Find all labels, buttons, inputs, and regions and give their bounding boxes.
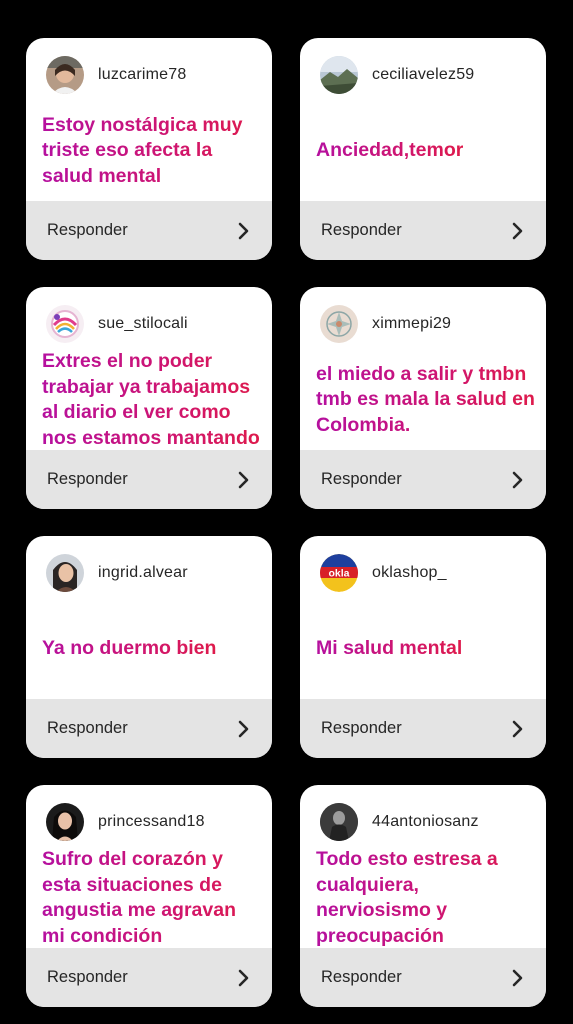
chevron-right-icon: [238, 471, 250, 489]
username[interactable]: ingrid.alvear: [98, 564, 188, 582]
avatar[interactable]: [46, 56, 84, 94]
message-area: Ya no duermo bien: [42, 598, 262, 700]
reply-button[interactable]: Responder: [26, 201, 272, 260]
chevron-right-icon: [512, 720, 524, 738]
response-message: Todo esto estresa a cualquiera, nerviosi…: [316, 847, 536, 949]
user-photo-avatar-icon: [46, 803, 84, 841]
chevron-right-icon: [238, 720, 250, 738]
chevron-right-icon: [238, 969, 250, 987]
avatar[interactable]: [320, 305, 358, 343]
reply-button[interactable]: Responder: [26, 450, 272, 509]
chevron-right-icon: [512, 969, 524, 987]
response-card: ingrid.alvear Ya no duermo bien Responde…: [26, 536, 272, 758]
message-area: Estoy nostálgica muy triste eso afecta l…: [42, 100, 262, 202]
response-message: Mi salud mental: [316, 636, 462, 662]
reply-label: Responder: [47, 719, 128, 737]
response-message: Extres el no poder trabajar ya trabajamo…: [42, 349, 262, 451]
username[interactable]: ceciliavelez59: [372, 66, 474, 84]
username[interactable]: princessand18: [98, 813, 205, 831]
message-area: Sufro del corazón y esta situaciones de …: [42, 847, 262, 949]
card-header: sue_stilocali: [46, 304, 188, 344]
message-area: Todo esto estresa a cualquiera, nerviosi…: [316, 847, 536, 949]
message-area: el miedo a salir y tmbn tmb es mala la s…: [316, 349, 536, 451]
reply-button[interactable]: Responder: [26, 948, 272, 1007]
avatar[interactable]: [46, 554, 84, 592]
username[interactable]: ximmepi29: [372, 315, 451, 333]
card-header: ximmepi29: [320, 304, 451, 344]
reply-button[interactable]: Responder: [26, 699, 272, 758]
mandala-avatar-icon: [320, 305, 358, 343]
user-photo-avatar-icon: [320, 803, 358, 841]
avatar[interactable]: [320, 56, 358, 94]
response-card: ximmepi29 el miedo a salir y tmbn tmb es…: [300, 287, 546, 509]
chevron-right-icon: [512, 471, 524, 489]
response-message: el miedo a salir y tmbn tmb es mala la s…: [316, 362, 536, 439]
landscape-photo-avatar-icon: [320, 56, 358, 94]
chevron-right-icon: [238, 222, 250, 240]
reply-label: Responder: [47, 221, 128, 239]
response-card: 44antoniosanz Todo esto estresa a cualqu…: [300, 785, 546, 1007]
response-card: okla oklashop_ Mi salud mental Responder: [300, 536, 546, 758]
card-header: ingrid.alvear: [46, 553, 188, 593]
response-card: luzcarime78 Estoy nostálgica muy triste …: [26, 38, 272, 260]
card-header: ceciliavelez59: [320, 55, 474, 95]
avatar[interactable]: [46, 803, 84, 841]
card-header: okla oklashop_: [320, 553, 447, 593]
user-photo-avatar-icon: [46, 554, 84, 592]
avatar[interactable]: [46, 305, 84, 343]
reply-label: Responder: [47, 470, 128, 488]
message-area: Mi salud mental: [316, 598, 536, 700]
reply-label: Responder: [321, 470, 402, 488]
avatar[interactable]: [320, 803, 358, 841]
message-area: Extres el no poder trabajar ya trabajamo…: [42, 349, 262, 451]
avatar-logo-text: okla: [328, 568, 349, 580]
reply-label: Responder: [321, 968, 402, 986]
username[interactable]: 44antoniosanz: [372, 813, 479, 831]
username[interactable]: luzcarime78: [98, 66, 186, 84]
response-message: Sufro del corazón y esta situaciones de …: [42, 847, 262, 949]
message-area: Anciedad,temor: [316, 100, 536, 202]
okla-logo-avatar-icon: okla: [320, 554, 358, 592]
reply-label: Responder: [321, 221, 402, 239]
reply-label: Responder: [47, 968, 128, 986]
avatar[interactable]: okla: [320, 554, 358, 592]
card-header: luzcarime78: [46, 55, 186, 95]
reply-button[interactable]: Responder: [300, 948, 546, 1007]
card-header: princessand18: [46, 802, 205, 842]
chevron-right-icon: [512, 222, 524, 240]
username[interactable]: oklashop_: [372, 564, 447, 582]
reply-label: Responder: [321, 719, 402, 737]
username[interactable]: sue_stilocali: [98, 315, 188, 333]
response-card: ceciliavelez59 Anciedad,temor Responder: [300, 38, 546, 260]
question-responses-grid: luzcarime78 Estoy nostálgica muy triste …: [0, 0, 573, 1024]
reply-button[interactable]: Responder: [300, 450, 546, 509]
response-card: princessand18 Sufro del corazón y esta s…: [26, 785, 272, 1007]
response-card: sue_stilocali Extres el no poder trabaja…: [26, 287, 272, 509]
reply-button[interactable]: Responder: [300, 699, 546, 758]
response-message: Ya no duermo bien: [42, 636, 216, 662]
reply-button[interactable]: Responder: [300, 201, 546, 260]
response-message: Estoy nostálgica muy triste eso afecta l…: [42, 113, 262, 190]
user-photo-avatar-icon: [46, 56, 84, 94]
colorful-logo-avatar-icon: [46, 305, 84, 343]
response-message: Anciedad,temor: [316, 138, 463, 164]
card-header: 44antoniosanz: [320, 802, 479, 842]
